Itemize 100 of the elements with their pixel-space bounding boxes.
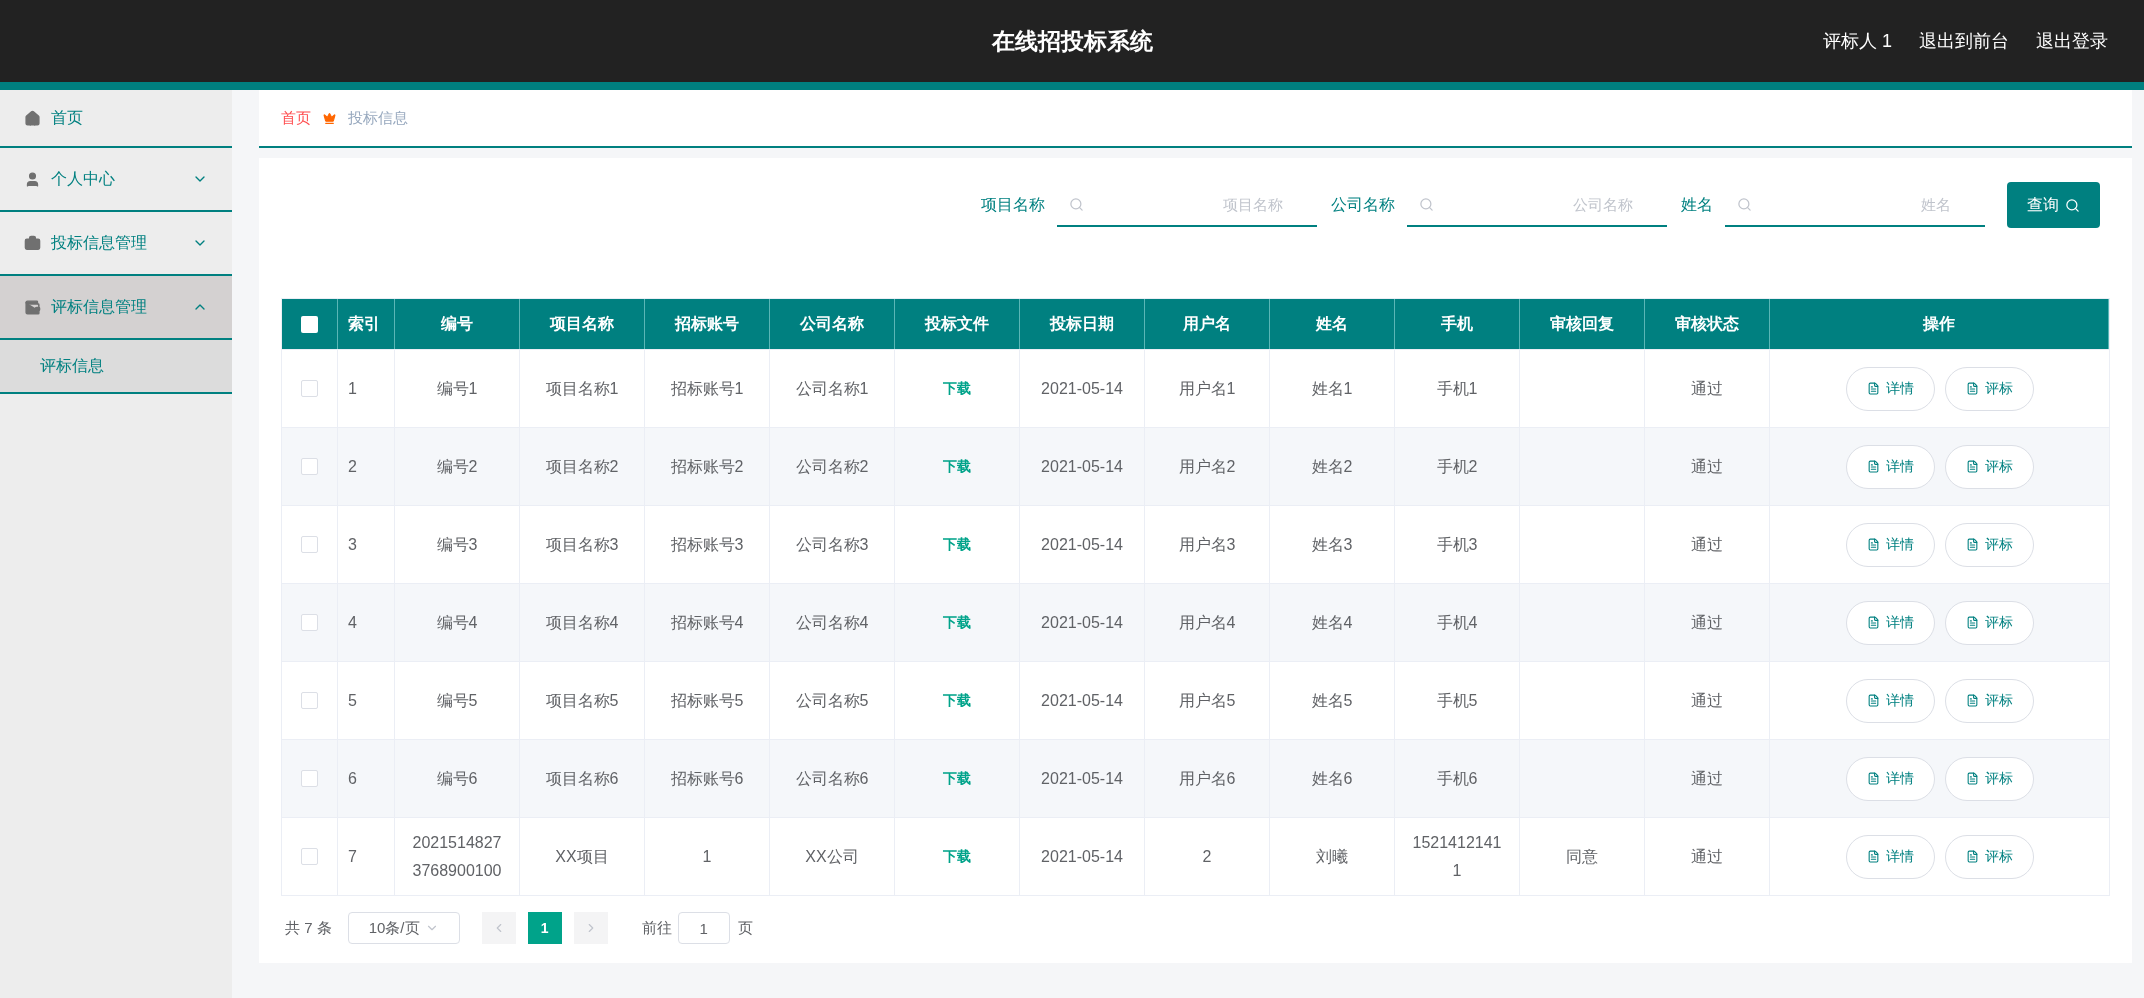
evaluate-button[interactable]: 评标 [1944,366,2034,411]
table-cell-text: 通过 [1691,612,1723,633]
table-cell-text: 姓名6 [1311,768,1353,789]
download-link[interactable]: 下载 [943,534,971,555]
page-number[interactable]: 1 [527,912,562,944]
table-cell-text: 用户名6 [1178,768,1236,789]
checkbox[interactable] [301,536,318,553]
table-cell-text: 2 [1202,846,1212,867]
prev-page-button[interactable] [481,912,516,944]
details-button[interactable]: 详情 [1845,366,1935,411]
table-cell-text: 2021-05-14 [1041,378,1123,399]
details-button[interactable]: 详情 [1845,522,1935,567]
document-icon [1866,616,1880,629]
evaluate-button[interactable]: 评标 [1944,678,2034,723]
breadcrumb-item[interactable]: 首页 [281,106,311,130]
download-link[interactable]: 下载 [943,378,971,399]
header-link[interactable]: 退出到前台 [1919,27,2009,55]
checkbox[interactable] [301,770,318,787]
table-cell-text: 项目名称3 [545,534,619,555]
goto-label: 前往 [641,917,672,938]
table-cell-text: 手机4 [1436,612,1478,633]
details-button[interactable]: 详情 [1845,600,1935,645]
download-link[interactable]: 下载 [943,846,971,867]
table-cell-text: 2021-05-14 [1041,690,1123,711]
table-cell-text: 招标账号4 [670,612,744,633]
table-cell-text: 7 [348,846,357,867]
search-label: 姓名 [1681,195,1713,215]
table-cell-text: 公司名称3 [795,534,869,555]
evaluate-button[interactable]: 评标 [1944,600,2034,645]
table-cell-text: 编号3 [436,534,478,555]
table-cell-text: 姓名1 [1311,378,1353,399]
search-icon [2065,197,2080,213]
search-field[interactable]: 公司名称 [1407,183,1667,227]
table-cell-text: 用户名3 [1178,534,1236,555]
next-page-button[interactable] [573,912,608,944]
document-icon [1965,538,1979,551]
details-button[interactable]: 详情 [1845,756,1935,801]
table-cell-text: 姓名4 [1311,612,1353,633]
header-link[interactable]: 退出登录 [2036,27,2108,55]
document-icon [1866,772,1880,785]
details-button[interactable]: 详情 [1845,834,1935,879]
search-field[interactable]: 姓名 [1725,183,1985,227]
sidebar-subitem[interactable]: 评标信息 [0,340,232,394]
table-cell-text: 2021-05-14 [1041,846,1123,867]
query-button[interactable]: 查询 [2007,182,2100,228]
download-link[interactable]: 下载 [943,456,971,477]
page-size-select[interactable]: 10条/页 [347,912,460,944]
download-link[interactable]: 下载 [943,612,971,633]
table-cell-text: 3 [348,534,357,555]
table-cell-text: 通过 [1691,378,1723,399]
checkbox[interactable] [301,380,318,397]
table-cell-text: 姓名3 [1311,534,1353,555]
page-suffix: 页 [737,917,753,938]
table-cell-text: 招标账号1 [670,378,744,399]
table-cell-text: 招标账号6 [670,768,744,789]
user-menu[interactable]: 评标人 1 [1823,27,1892,55]
download-link[interactable]: 下载 [943,690,971,711]
table-cell-text: 项目名称5 [545,690,619,711]
table-cell-text: 编号1 [436,378,478,399]
search-icon [1419,197,1434,212]
table-cell-text: 用户名2 [1178,456,1236,477]
details-button[interactable]: 详情 [1845,678,1935,723]
table-cell-text: 刘曦 [1316,846,1348,867]
checkbox[interactable] [301,458,318,475]
table-cell-text: 姓名2 [1311,456,1353,477]
document-icon [1866,694,1880,707]
download-link[interactable]: 下载 [943,768,971,789]
table-cell-text: 20215148273768900100 [411,832,503,881]
document-icon [1965,694,1979,707]
table-cell-text: 招标账号3 [670,534,744,555]
evaluate-button[interactable]: 评标 [1944,756,2034,801]
table-cell-text: 编号4 [436,612,478,633]
table-cell-text: XX项目 [555,846,609,867]
table-cell-text: 手机3 [1436,534,1478,555]
table-cell-text: 招标账号2 [670,456,744,477]
details-button[interactable]: 详情 [1845,444,1935,489]
table-cell-text: 手机1 [1436,378,1478,399]
sidebar-item[interactable]: 评标信息管理 [0,276,232,340]
checkbox[interactable] [301,614,318,631]
table-cell-text: 公司名称2 [795,456,869,477]
evaluate-button[interactable]: 评标 [1944,834,2034,879]
checkbox[interactable] [301,692,318,709]
table-cell-text: 通过 [1691,456,1723,477]
table-cell-text: 1 [348,378,357,399]
table-cell-text: 2 [348,456,357,477]
table-cell-text: 项目名称4 [545,612,619,633]
crown-icon [323,111,336,125]
breadcrumb-item: 投标信息 [348,107,408,128]
page-input[interactable]: 1 [677,912,730,944]
table-cell-text: 用户名1 [1178,378,1236,399]
evaluate-button[interactable]: 评标 [1944,522,2034,567]
checkbox[interactable] [301,315,318,333]
table-cell-text: 通过 [1691,768,1723,789]
checkbox[interactable] [301,848,318,865]
table-cell-text: 4 [348,612,357,633]
document-icon [1866,460,1880,473]
evaluate-button[interactable]: 评标 [1944,444,2034,489]
search-field[interactable]: 项目名称 [1057,183,1317,227]
document-icon [1866,538,1880,551]
document-icon [1965,772,1979,785]
